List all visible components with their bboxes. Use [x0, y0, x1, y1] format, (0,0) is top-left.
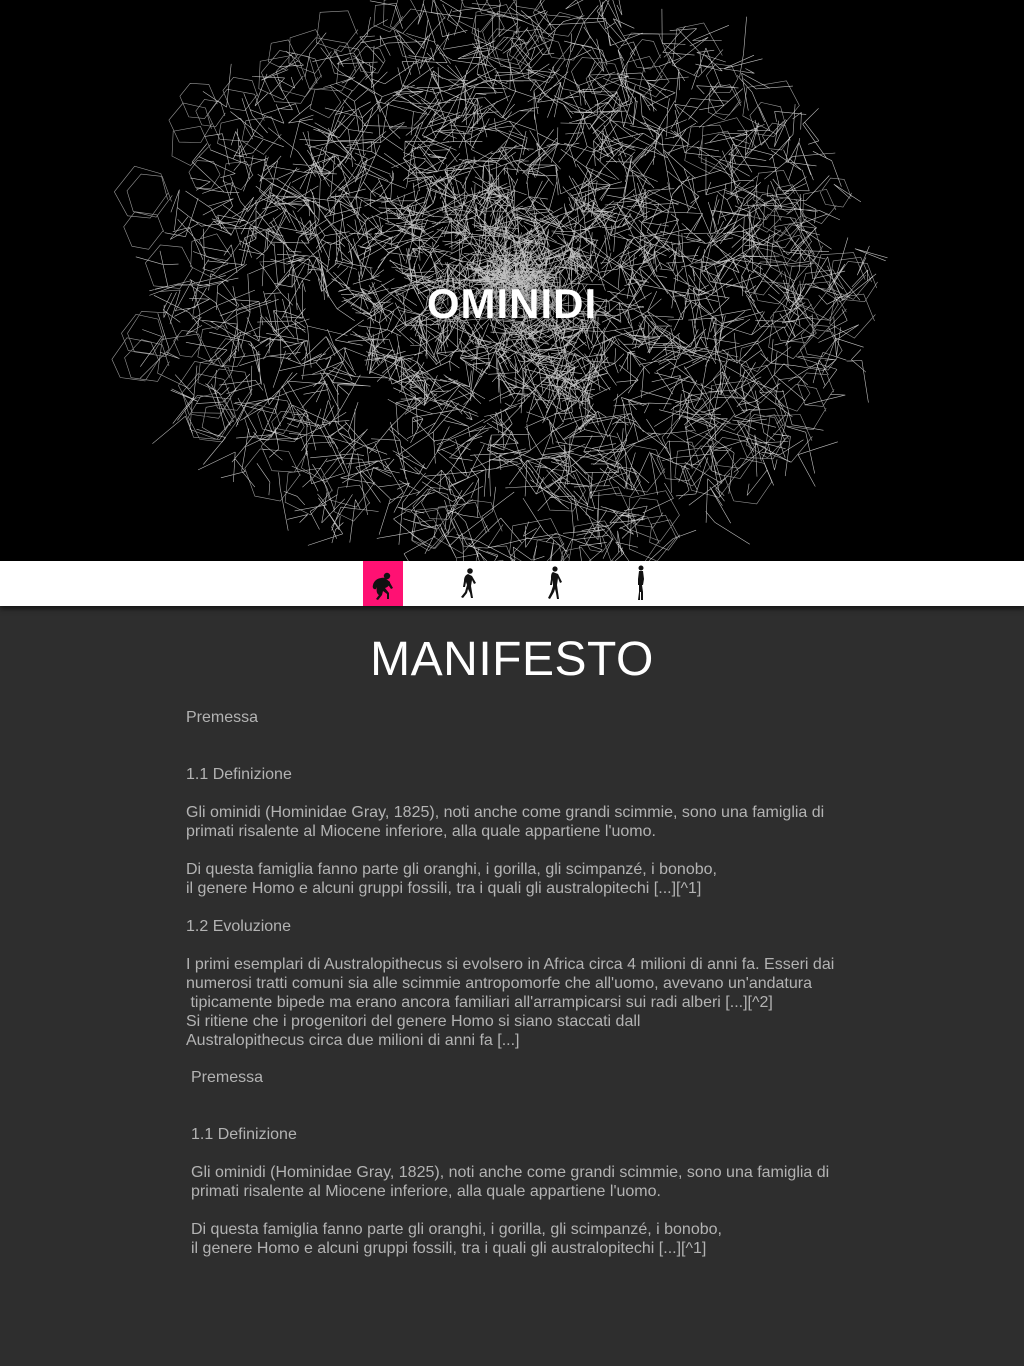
definizione-heading-repeat: 1.1 Definizione — [191, 1126, 297, 1143]
nav-evolution-stage-3[interactable] — [535, 561, 575, 606]
definizione-text-line-2: primati risalente al Miocene inferiore, … — [186, 823, 656, 840]
premessa-heading-repeat: Premessa — [191, 1069, 264, 1086]
definizione-text-line-1-repeat: Gli ominidi (Hominidae Gray, 1825), noti… — [191, 1164, 830, 1181]
evoluzione-text-line-1: I primi esemplari di Australopithecus si… — [186, 956, 835, 973]
evoluzione-text-line-2: numerosi tratti comuni sia alle scimmie … — [186, 975, 812, 992]
famiglia-text-line-2-repeat: il genere Homo e alcuni gruppi fossili, … — [191, 1240, 707, 1257]
evoluzione-text-line-4: Si ritiene che i progenitori del genere … — [186, 1013, 641, 1030]
evoluzione-text-line-3: tipicamente bipede ma erano ancora famil… — [186, 994, 773, 1011]
famiglia-text-line-1: Di questa famiglia fanno parte gli orang… — [186, 861, 717, 878]
definizione-text-line-2-repeat: primati risalente al Miocene inferiore, … — [191, 1183, 661, 1200]
evolution-nav-bar — [0, 561, 1024, 606]
walking-hominid-icon — [548, 566, 562, 599]
hero-banner: OMINIDI — [0, 0, 1024, 561]
premessa-heading: Premessa — [186, 709, 259, 726]
manifesto-title: MANIFESTO — [370, 633, 654, 686]
site-title: OMINIDI — [426, 280, 598, 327]
manifesto-section: MANIFESTO Premessa 1.1 Definizione Gli o… — [0, 606, 1024, 1366]
nav-evolution-stage-2[interactable] — [448, 561, 488, 606]
upright-human-icon — [638, 565, 644, 600]
evoluzione-text-line-5: Australopithecus circa due milioni di an… — [186, 1032, 520, 1049]
definizione-heading: 1.1 Definizione — [186, 766, 292, 783]
stooped-hominid-icon — [461, 568, 476, 598]
famiglia-text-line-1-repeat: Di questa famiglia fanno parte gli orang… — [191, 1221, 722, 1238]
evoluzione-heading: 1.2 Evoluzione — [186, 918, 291, 935]
definizione-text-line-1: Gli ominidi (Hominidae Gray, 1825), noti… — [186, 804, 825, 821]
nav-evolution-stage-4[interactable] — [621, 561, 661, 606]
nav-evolution-stage-1[interactable] — [363, 561, 403, 606]
famiglia-text-line-2: il genere Homo e alcuni gruppi fossili, … — [186, 880, 702, 897]
crouching-hominid-icon — [372, 572, 393, 600]
